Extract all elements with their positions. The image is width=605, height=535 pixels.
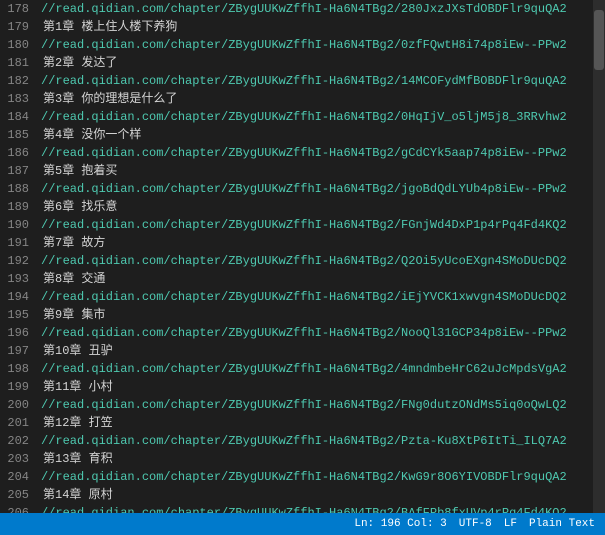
status-bar: Ln: 196 Col: 3 UTF-8 LF Plain Text bbox=[0, 513, 605, 535]
content-area[interactable]: //read.qidian.com/chapter/ZBygUUKwZffhI-… bbox=[35, 0, 593, 513]
url-text: //read.qidian.com/chapter/ZBygUUKwZffhI-… bbox=[41, 252, 567, 270]
status-right: Ln: 196 Col: 3 UTF-8 LF Plain Text bbox=[354, 518, 595, 530]
chapter-text: 第7章 故方 bbox=[43, 234, 105, 252]
scrollbar-thumb[interactable] bbox=[594, 10, 604, 70]
line-numbers: 1781791801811821831841851861871881891901… bbox=[0, 0, 35, 513]
line-number: 201 bbox=[0, 414, 29, 432]
chapter-text: 第8章 交通 bbox=[43, 270, 105, 288]
editor-container: 1781791801811821831841851861871881891901… bbox=[0, 0, 605, 513]
code-line[interactable]: 第11章 小村 bbox=[41, 378, 593, 396]
line-number: 178 bbox=[0, 0, 29, 18]
url-text: //read.qidian.com/chapter/ZBygUUKwZffhI-… bbox=[41, 432, 567, 450]
code-line[interactable]: //read.qidian.com/chapter/ZBygUUKwZffhI-… bbox=[41, 252, 593, 270]
line-number: 191 bbox=[0, 234, 29, 252]
line-number: 186 bbox=[0, 144, 29, 162]
line-number: 189 bbox=[0, 198, 29, 216]
line-number: 182 bbox=[0, 72, 29, 90]
code-line[interactable]: 第7章 故方 bbox=[41, 234, 593, 252]
chapter-text: 第13章 育积 bbox=[43, 450, 113, 468]
line-number: 181 bbox=[0, 54, 29, 72]
code-line[interactable]: //read.qidian.com/chapter/ZBygUUKwZffhI-… bbox=[41, 216, 593, 234]
line-number: 194 bbox=[0, 288, 29, 306]
chapter-text: 第10章 丑驴 bbox=[43, 342, 113, 360]
code-line[interactable]: //read.qidian.com/chapter/ZBygUUKwZffhI-… bbox=[41, 72, 593, 90]
url-text: //read.qidian.com/chapter/ZBygUUKwZffhI-… bbox=[41, 396, 567, 414]
url-text: //read.qidian.com/chapter/ZBygUUKwZffhI-… bbox=[41, 180, 567, 198]
code-line[interactable]: //read.qidian.com/chapter/ZBygUUKwZffhI-… bbox=[41, 144, 593, 162]
line-number: 205 bbox=[0, 486, 29, 504]
chapter-text: 第3章 你的理想是什么了 bbox=[43, 90, 177, 108]
code-line[interactable]: //read.qidian.com/chapter/ZBygUUKwZffhI-… bbox=[41, 360, 593, 378]
code-line[interactable]: 第12章 打笠 bbox=[41, 414, 593, 432]
chapter-text: 第9章 集市 bbox=[43, 306, 105, 324]
encoding-indicator: UTF-8 bbox=[459, 518, 492, 530]
code-line[interactable]: //read.qidian.com/chapter/ZBygUUKwZffhI-… bbox=[41, 288, 593, 306]
line-number: 196 bbox=[0, 324, 29, 342]
line-number: 204 bbox=[0, 468, 29, 486]
code-line[interactable]: //read.qidian.com/chapter/ZBygUUKwZffhI-… bbox=[41, 504, 593, 513]
chapter-text: 第1章 楼上住人楼下养狗 bbox=[43, 18, 177, 36]
code-line[interactable]: 第5章 抱着买 bbox=[41, 162, 593, 180]
line-number: 183 bbox=[0, 90, 29, 108]
line-number: 188 bbox=[0, 180, 29, 198]
chapter-text: 第5章 抱着买 bbox=[43, 162, 117, 180]
url-text: //read.qidian.com/chapter/ZBygUUKwZffhI-… bbox=[41, 216, 567, 234]
url-text: //read.qidian.com/chapter/ZBygUUKwZffhI-… bbox=[41, 504, 567, 513]
code-line[interactable]: //read.qidian.com/chapter/ZBygUUKwZffhI-… bbox=[41, 0, 593, 18]
code-line[interactable]: 第10章 丑驴 bbox=[41, 342, 593, 360]
url-text: //read.qidian.com/chapter/ZBygUUKwZffhI-… bbox=[41, 144, 567, 162]
ln-col-indicator: Ln: 196 Col: 3 bbox=[354, 518, 446, 530]
code-line[interactable]: //read.qidian.com/chapter/ZBygUUKwZffhI-… bbox=[41, 432, 593, 450]
line-number: 198 bbox=[0, 360, 29, 378]
code-line[interactable]: 第3章 你的理想是什么了 bbox=[41, 90, 593, 108]
code-line[interactable]: 第1章 楼上住人楼下养狗 bbox=[41, 18, 593, 36]
url-text: //read.qidian.com/chapter/ZBygUUKwZffhI-… bbox=[41, 0, 567, 18]
line-number: 179 bbox=[0, 18, 29, 36]
language-indicator: Plain Text bbox=[529, 518, 595, 530]
line-ending-indicator: LF bbox=[504, 518, 517, 530]
code-line[interactable]: //read.qidian.com/chapter/ZBygUUKwZffhI-… bbox=[41, 468, 593, 486]
vertical-scrollbar[interactable] bbox=[593, 0, 605, 513]
code-line[interactable]: //read.qidian.com/chapter/ZBygUUKwZffhI-… bbox=[41, 108, 593, 126]
line-number: 195 bbox=[0, 306, 29, 324]
chapter-text: 第2章 发达了 bbox=[43, 54, 117, 72]
code-line[interactable]: //read.qidian.com/chapter/ZBygUUKwZffhI-… bbox=[41, 396, 593, 414]
url-text: //read.qidian.com/chapter/ZBygUUKwZffhI-… bbox=[41, 324, 567, 342]
url-text: //read.qidian.com/chapter/ZBygUUKwZffhI-… bbox=[41, 36, 567, 54]
code-line[interactable]: 第4章 没你一个样 bbox=[41, 126, 593, 144]
line-number: 187 bbox=[0, 162, 29, 180]
chapter-text: 第12章 打笠 bbox=[43, 414, 113, 432]
chapter-text: 第11章 小村 bbox=[43, 378, 113, 396]
url-text: //read.qidian.com/chapter/ZBygUUKwZffhI-… bbox=[41, 288, 567, 306]
line-number: 206 bbox=[0, 504, 29, 513]
line-number: 199 bbox=[0, 378, 29, 396]
chapter-text: 第6章 找乐意 bbox=[43, 198, 117, 216]
line-number: 180 bbox=[0, 36, 29, 54]
code-line[interactable]: 第8章 交通 bbox=[41, 270, 593, 288]
url-text: //read.qidian.com/chapter/ZBygUUKwZffhI-… bbox=[41, 468, 567, 486]
code-line[interactable]: 第14章 原村 bbox=[41, 486, 593, 504]
line-number: 192 bbox=[0, 252, 29, 270]
url-text: //read.qidian.com/chapter/ZBygUUKwZffhI-… bbox=[41, 108, 567, 126]
url-text: //read.qidian.com/chapter/ZBygUUKwZffhI-… bbox=[41, 360, 567, 378]
chapter-text: 第4章 没你一个样 bbox=[43, 126, 141, 144]
line-number: 197 bbox=[0, 342, 29, 360]
line-number: 185 bbox=[0, 126, 29, 144]
line-number: 203 bbox=[0, 450, 29, 468]
line-number: 200 bbox=[0, 396, 29, 414]
url-text: //read.qidian.com/chapter/ZBygUUKwZffhI-… bbox=[41, 72, 567, 90]
code-line[interactable]: 第9章 集市 bbox=[41, 306, 593, 324]
code-line[interactable]: //read.qidian.com/chapter/ZBygUUKwZffhI-… bbox=[41, 324, 593, 342]
line-number: 193 bbox=[0, 270, 29, 288]
code-line[interactable]: 第13章 育积 bbox=[41, 450, 593, 468]
chapter-text: 第14章 原村 bbox=[43, 486, 113, 504]
line-number: 202 bbox=[0, 432, 29, 450]
code-line[interactable]: //read.qidian.com/chapter/ZBygUUKwZffhI-… bbox=[41, 180, 593, 198]
code-line[interactable]: //read.qidian.com/chapter/ZBygUUKwZffhI-… bbox=[41, 36, 593, 54]
code-line[interactable]: 第2章 发达了 bbox=[41, 54, 593, 72]
code-line[interactable]: 第6章 找乐意 bbox=[41, 198, 593, 216]
line-number: 184 bbox=[0, 108, 29, 126]
line-number: 190 bbox=[0, 216, 29, 234]
